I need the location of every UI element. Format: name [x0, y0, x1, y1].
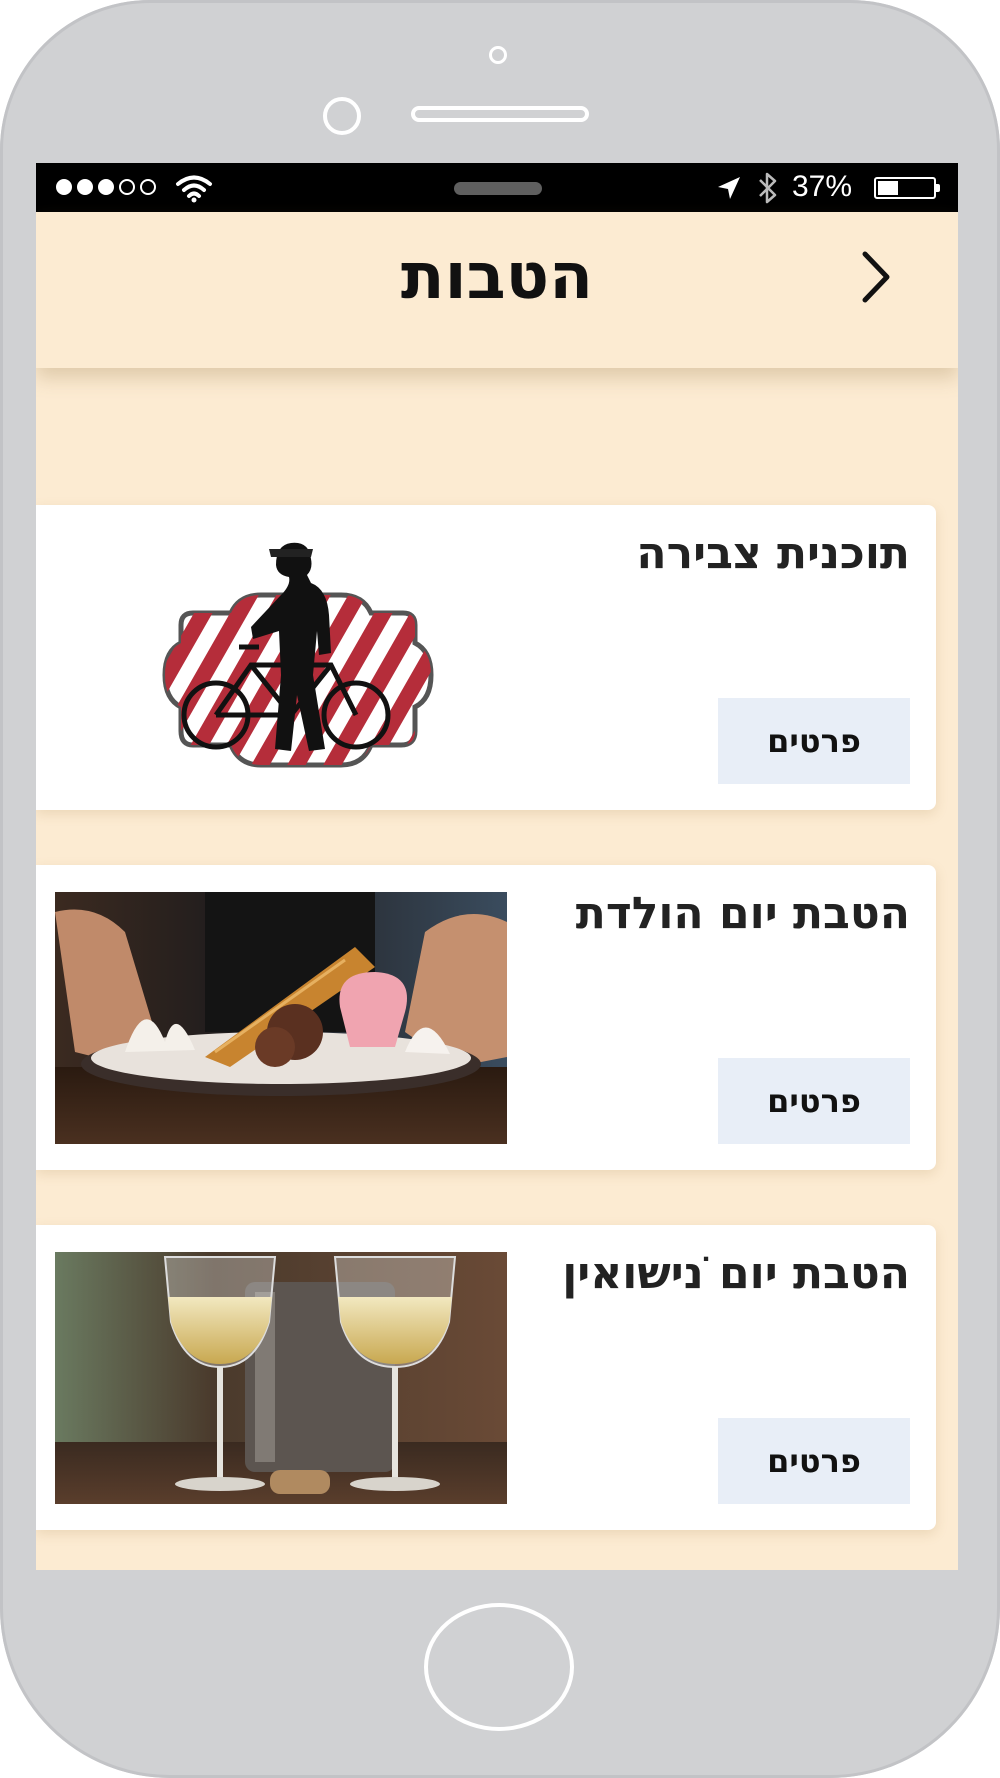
signal-strength-icon: [56, 179, 156, 195]
front-sensor: [489, 46, 507, 64]
back-button[interactable]: [846, 237, 906, 317]
battery-percentage: 37%: [792, 170, 853, 203]
details-button[interactable]: פרטים: [718, 1418, 910, 1504]
offer-title: הטבת יום הולדת: [575, 888, 910, 939]
wifi-icon: [176, 175, 212, 203]
battery-icon: [874, 177, 936, 199]
battery-fill: [878, 181, 898, 195]
nav-bar: הטבות: [36, 212, 958, 368]
offer-title: הטבת יום ניׁשואין: [562, 1248, 910, 1299]
offer-card[interactable]: תוכנית צבירה פרטים: [36, 505, 936, 810]
offer-title: תוכנית צבירה: [636, 528, 910, 579]
details-button[interactable]: פרטים: [718, 698, 910, 784]
back-chevron-icon: [862, 251, 890, 303]
dessert-photo: [55, 892, 507, 1144]
cyclist-logo-icon: [162, 542, 434, 768]
offer-card[interactable]: הטבת יום הולדת פרטים: [36, 865, 936, 1170]
offer-card[interactable]: הטבת יום ניׁשואין פרטים: [36, 1225, 936, 1530]
home-button[interactable]: [424, 1603, 574, 1731]
notch-indicator: [454, 182, 542, 195]
status-bar: 37%: [36, 163, 958, 212]
front-camera: [323, 97, 361, 135]
page-title: הטבות: [400, 240, 594, 314]
earpiece-speaker: [411, 106, 589, 122]
details-button[interactable]: פרטים: [718, 1058, 910, 1144]
battery-cap: [936, 184, 940, 192]
wine-glasses-photo: [55, 1252, 507, 1504]
app-screen: 37% הטבות תוכנית צבירה פרטים הטבת יום הו…: [36, 163, 958, 1570]
location-arrow-icon: [718, 177, 740, 199]
phone-frame: 37% הטבות תוכנית צבירה פרטים הטבת יום הו…: [0, 0, 1000, 1778]
bluetooth-icon: [759, 172, 777, 204]
